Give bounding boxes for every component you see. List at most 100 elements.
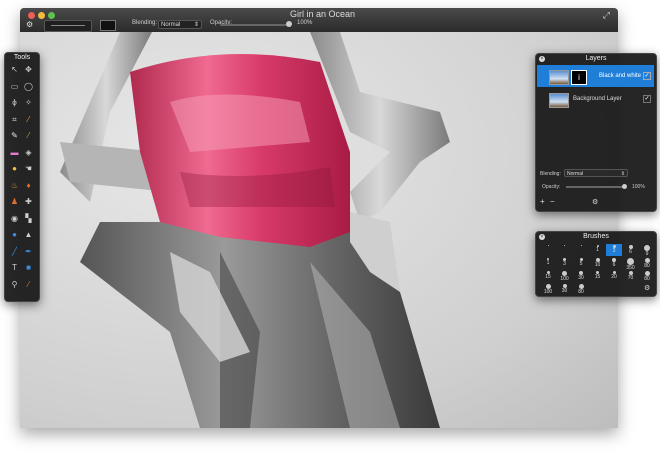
burn-icon[interactable]: ♨ xyxy=(10,181,19,190)
layers-title: Layers xyxy=(585,55,607,62)
close-icon[interactable]: × xyxy=(539,56,545,62)
brush-preset[interactable]: 350 xyxy=(623,257,639,271)
brush-size-label: 80 xyxy=(644,263,650,269)
layers-blending-select[interactable]: Normal ⇕ xyxy=(564,169,628,177)
eyedropper-icon[interactable]: ⁄ xyxy=(24,115,33,124)
blending-value: Normal xyxy=(161,22,181,28)
brush-preset[interactable]: 15 xyxy=(590,270,606,282)
brush-preset[interactable] xyxy=(557,244,573,256)
hand-icon[interactable]: ⁄ xyxy=(24,280,33,289)
ellipse-select-icon[interactable]: ◯ xyxy=(24,82,33,91)
lasso-icon[interactable]: ϕ xyxy=(10,98,19,107)
clone-stamp-icon[interactable]: ♟ xyxy=(10,197,19,206)
brush-tip-icon xyxy=(627,258,634,265)
layer-name: Black and white xyxy=(599,73,642,79)
brush-preset[interactable]: 80 xyxy=(639,257,655,269)
close-window-button[interactable] xyxy=(28,12,35,19)
app-window: Girl in an Ocean ⤢ ⚙ Blending: Normal ⇕ O… xyxy=(20,8,618,428)
brush-preset[interactable]: 70 xyxy=(623,270,639,282)
gear-icon[interactable]: ⚙ xyxy=(644,284,650,292)
brush-preset[interactable]: 80 xyxy=(573,283,589,295)
layers-opacity-value: 100% xyxy=(632,184,645,190)
arrow-move-icon[interactable]: ↖ xyxy=(10,65,19,74)
gear-icon[interactable]: ⚙ xyxy=(592,198,598,206)
heal-icon[interactable]: ✚ xyxy=(24,197,33,206)
brush-preset[interactable]: 1 xyxy=(540,257,556,269)
blur-icon[interactable]: ● xyxy=(10,164,19,173)
photo xyxy=(60,32,450,428)
remove-layer-button[interactable]: − xyxy=(550,197,555,206)
layers-opacity-slider[interactable] xyxy=(566,186,626,188)
canvas[interactable] xyxy=(20,32,618,428)
add-layer-button[interactable]: + xyxy=(540,197,545,206)
brush-icon[interactable]: ⁄ xyxy=(24,131,33,140)
brush-preset[interactable]: 100 xyxy=(557,270,573,282)
brush-size-label: 5 xyxy=(579,261,583,267)
brush-size-label: 70 xyxy=(627,275,634,281)
pencil-icon[interactable]: ✎ xyxy=(10,131,19,140)
shape-icon[interactable]: ■ xyxy=(24,263,33,272)
blending-select[interactable]: Normal ⇕ xyxy=(158,20,202,29)
brush-preset[interactable]: 6 xyxy=(623,244,639,256)
gear-icon[interactable]: ⚙ xyxy=(26,20,33,29)
opacity-knob[interactable] xyxy=(286,21,292,27)
pen-icon[interactable]: ✒ xyxy=(24,247,33,256)
opacity-slider[interactable] xyxy=(220,24,288,26)
brush-preset[interactable]: 10 xyxy=(590,257,606,269)
brush-size-label: 1 xyxy=(546,260,550,266)
minimize-window-button[interactable] xyxy=(38,12,45,19)
sharpen-icon[interactable]: ▲ xyxy=(24,230,33,239)
brush-preset[interactable]: 20 xyxy=(606,270,622,282)
color-swatch[interactable] xyxy=(100,20,116,31)
brush-preset[interactable]: 1 xyxy=(590,244,606,256)
brush-preset[interactable]: 15 xyxy=(540,270,556,282)
fullscreen-icon[interactable]: ⤢ xyxy=(603,10,610,21)
brush-preset[interactable]: 30 xyxy=(573,270,589,282)
brush-preset[interactable] xyxy=(540,244,556,256)
paint-bucket-icon[interactable]: ◈ xyxy=(24,148,33,157)
layer-row-black-and-white[interactable]: i Black and white ✓ xyxy=(537,65,654,87)
brush-size-label: 3 xyxy=(612,248,616,254)
brush-preset[interactable]: 3 xyxy=(557,257,573,269)
brush-preset[interactable]: 3 xyxy=(606,244,622,256)
brush-size-label: 100 xyxy=(560,276,569,282)
close-icon[interactable]: × xyxy=(539,234,545,240)
layer-visibility-checkbox[interactable]: ✓ xyxy=(643,95,651,103)
drop-icon[interactable]: ● xyxy=(10,230,19,239)
magic-wand-icon[interactable]: ✧ xyxy=(24,98,33,107)
brush-preview[interactable] xyxy=(44,20,92,32)
layer-row-background[interactable]: Background Layer ✓ xyxy=(537,88,654,110)
brush-preset[interactable]: 5 xyxy=(573,257,589,269)
zoom-icon[interactable]: ⚲ xyxy=(10,280,19,289)
layer-visibility-checkbox[interactable]: ✓ xyxy=(643,72,651,80)
layers-opacity-knob[interactable] xyxy=(622,184,627,189)
brush-preset[interactable] xyxy=(573,244,589,256)
brush-tip-icon xyxy=(547,245,549,246)
smudge-icon[interactable]: ☚ xyxy=(24,164,33,173)
layers-panel: × Layers i Black and white ✓ Background … xyxy=(535,53,657,212)
brush-preset[interactable]: 80 xyxy=(639,270,655,282)
layer-thumbnail xyxy=(549,70,569,85)
dodge-icon[interactable]: ♦ xyxy=(24,181,33,190)
line-icon[interactable]: ╱ xyxy=(10,247,19,256)
move-icon[interactable]: ✥ xyxy=(24,65,33,74)
rect-select-icon[interactable]: ▭ xyxy=(10,82,19,91)
opacity-value: 100% xyxy=(297,20,313,26)
brush-preset[interactable]: 6 xyxy=(606,257,622,269)
brush-size-label: 80 xyxy=(578,289,584,295)
brush-preset[interactable]: 30 xyxy=(557,283,573,295)
tools-title: Tools xyxy=(13,54,31,61)
eraser-icon[interactable]: ▬ xyxy=(10,148,19,157)
zoom-window-button[interactable] xyxy=(48,12,55,19)
crop-icon[interactable]: ⌗ xyxy=(10,115,19,124)
brush-size-label: 15 xyxy=(594,274,601,280)
text-icon[interactable]: T xyxy=(10,263,19,272)
brush-preset[interactable]: 9 xyxy=(639,244,655,257)
red-eye-icon[interactable]: ◉ xyxy=(10,214,19,223)
brushes-panel: × Brushes 1 3 6 9 1 3 5 10 6 350 80 15 100 30 15 20 70 80… xyxy=(535,231,657,297)
brush-tip-icon xyxy=(580,245,582,246)
sponge-icon[interactable]: ▚ xyxy=(24,214,33,223)
layer-name: Background Layer xyxy=(573,96,622,102)
brush-preset[interactable]: 100 xyxy=(540,283,556,295)
layers-opacity-label: Opacity: xyxy=(542,184,561,190)
